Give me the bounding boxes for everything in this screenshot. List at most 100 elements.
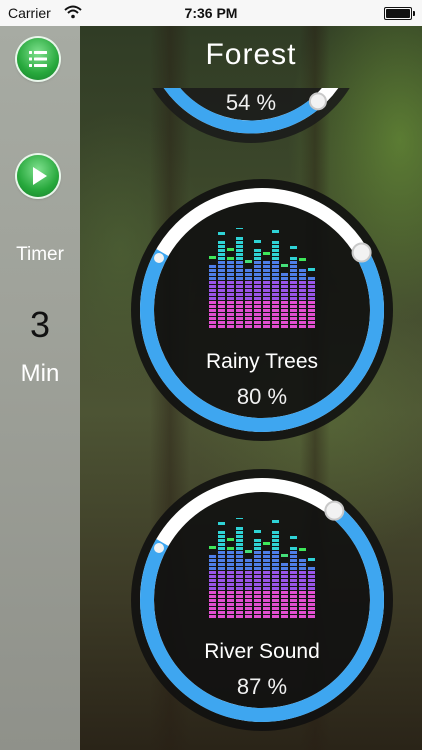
equalizer-segment <box>308 575 315 578</box>
equalizer-segment <box>308 293 315 296</box>
equalizer-segment <box>263 567 270 570</box>
equalizer-segment <box>218 249 225 252</box>
equalizer-segment <box>227 293 234 296</box>
equalizer-segment <box>299 289 306 292</box>
equalizer-segment <box>236 587 243 590</box>
volume-knob[interactable] <box>324 500 345 521</box>
equalizer-segment <box>272 269 279 272</box>
volume-percent: 87 % <box>236 674 288 699</box>
equalizer-segment <box>308 591 315 594</box>
equalizer-segment <box>263 563 270 566</box>
equalizer-segment <box>227 277 234 280</box>
equalizer-segment <box>218 551 225 554</box>
equalizer-segment <box>281 603 288 606</box>
equalizer-segment <box>272 579 279 582</box>
equalizer-segment <box>254 575 261 578</box>
equalizer-segment <box>290 583 297 586</box>
equalizer-segment <box>272 567 279 570</box>
play-button[interactable] <box>17 155 59 197</box>
equalizer-segment <box>290 603 297 606</box>
equalizer-segment <box>290 579 297 582</box>
equalizer-segment <box>218 269 225 272</box>
equalizer-segment <box>209 567 216 570</box>
equalizer-segment <box>308 281 315 284</box>
equalizer-segment <box>281 611 288 614</box>
volume-knob[interactable] <box>351 242 372 263</box>
equalizer-segment <box>236 245 243 248</box>
equalizer-segment <box>254 543 261 546</box>
clock: 7:36 PM <box>184 5 238 21</box>
equalizer-segment <box>218 559 225 562</box>
equalizer-segment <box>299 587 306 590</box>
equalizer-segment <box>290 265 297 268</box>
equalizer-segment <box>308 607 315 610</box>
equalizer-segment <box>290 317 297 320</box>
equalizer-segment <box>263 325 270 328</box>
equalizer-segment <box>209 611 216 614</box>
list-icon <box>29 51 47 67</box>
equalizer-segment <box>290 297 297 300</box>
equalizer-segment <box>272 297 279 300</box>
equalizer-segment <box>281 297 288 300</box>
equalizer-segment <box>236 591 243 594</box>
equalizer-segment <box>263 297 270 300</box>
equalizer-segment <box>308 579 315 582</box>
equalizer-segment <box>299 599 306 602</box>
equalizer-segment <box>299 321 306 324</box>
equalizer-segment <box>263 273 270 276</box>
equalizer-segment <box>236 567 243 570</box>
equalizer-segment <box>236 297 243 300</box>
equalizer-segment <box>272 313 279 316</box>
equalizer-segment <box>263 551 270 554</box>
menu-button[interactable] <box>17 38 59 80</box>
equalizer-segment <box>245 587 252 590</box>
equalizer-segment <box>281 615 288 618</box>
equalizer-peak <box>227 538 234 541</box>
equalizer-segment <box>218 555 225 558</box>
equalizer-segment <box>272 281 279 284</box>
equalizer-segment <box>236 241 243 244</box>
equalizer-segment <box>263 293 270 296</box>
equalizer-segment <box>245 309 252 312</box>
equalizer-segment <box>272 531 279 534</box>
equalizer-segment <box>299 575 306 578</box>
equalizer-segment <box>263 285 270 288</box>
equalizer-segment <box>308 305 315 308</box>
equalizer-segment <box>299 309 306 312</box>
sound-dial[interactable]: 54 % <box>132 88 370 146</box>
equalizer-segment <box>245 293 252 296</box>
equalizer-segment <box>281 305 288 308</box>
sound-dial[interactable]: River Sound 87 % <box>130 468 394 732</box>
equalizer-segment <box>290 293 297 296</box>
equalizer-segment <box>236 253 243 256</box>
equalizer-segment <box>245 603 252 606</box>
equalizer-segment <box>227 265 234 268</box>
equalizer-segment <box>290 575 297 578</box>
equalizer-segment <box>263 559 270 562</box>
equalizer-segment <box>254 559 261 562</box>
equalizer-segment <box>236 615 243 618</box>
equalizer-segment <box>299 579 306 582</box>
equalizer-segment <box>236 273 243 276</box>
timer-value[interactable]: 3 <box>0 304 80 346</box>
equalizer-segment <box>254 567 261 570</box>
equalizer-segment <box>263 555 270 558</box>
equalizer-segment <box>263 301 270 304</box>
equalizer-segment <box>308 301 315 304</box>
equalizer-segment <box>263 265 270 268</box>
equalizer-segment <box>299 583 306 586</box>
equalizer-segment <box>236 257 243 260</box>
equalizer-peak <box>263 542 270 545</box>
sound-dial[interactable]: Rainy Trees 80 % <box>130 178 394 442</box>
equalizer-segment <box>272 249 279 252</box>
equalizer-segment <box>263 305 270 308</box>
equalizer-segment <box>281 277 288 280</box>
equalizer-segment <box>236 607 243 610</box>
equalizer-segment <box>254 321 261 324</box>
equalizer-segment <box>218 277 225 280</box>
equalizer-segment <box>254 305 261 308</box>
equalizer-segment <box>218 603 225 606</box>
equalizer-segment <box>236 293 243 296</box>
equalizer-segment <box>254 253 261 256</box>
volume-percent: 54 % <box>225 90 277 115</box>
